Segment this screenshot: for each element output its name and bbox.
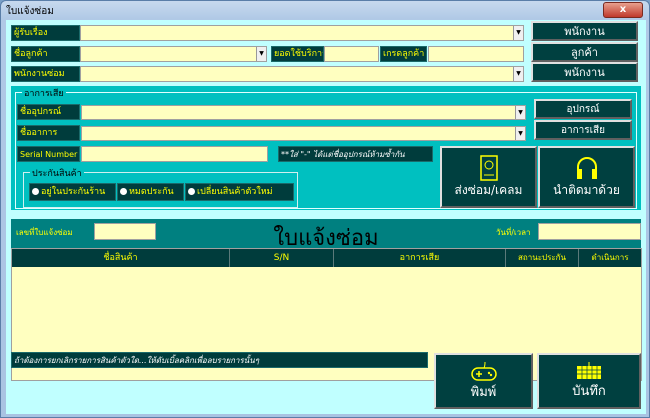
hard-drive-icon — [479, 154, 498, 181]
form-body: ผู้รับเรื่อง ▼ พนักงาน ชื่อลูกค้า ▼ ยอดใ… — [6, 20, 646, 414]
chevron-down-icon[interactable]: ▼ — [515, 106, 525, 119]
radio-label: อยู่ในประกันร้าน — [41, 187, 106, 197]
chevron-down-icon[interactable]: ▼ — [515, 127, 525, 140]
bring-along-label: นำติดมาด้วย — [553, 182, 620, 197]
column-header[interactable]: อาการเสีย — [334, 249, 506, 267]
fault-panel: อาการเสีย ชื่ออุปกรณ์ ▼ ชื่ออาการ ▼ อุปก… — [11, 86, 641, 210]
column-header[interactable]: S/N — [230, 249, 334, 267]
column-header[interactable]: สถานะประกัน — [506, 249, 579, 267]
radio-in-warranty[interactable]: อยู่ในประกันร้าน — [29, 183, 116, 201]
serial-note: **ใส่ "-" ได้แต่ชื่ออุปกรณ์ห้ามซ้ำกัน — [278, 146, 433, 162]
symptom-button[interactable]: อาการเสีย — [534, 120, 632, 140]
serial-label: Serial Number — [17, 146, 80, 162]
send-repair-button[interactable]: ส่งซ่อม/เคลม — [440, 146, 537, 208]
employee-button[interactable]: พนักงาน — [531, 21, 638, 41]
technician-combo[interactable]: ▼ — [80, 66, 524, 82]
save-label: บันทึก — [572, 383, 606, 399]
print-label: พิมพ์ — [470, 384, 497, 400]
customer-button[interactable]: ลูกค้า — [531, 42, 638, 62]
radio-icon[interactable] — [120, 188, 127, 195]
column-header[interactable]: ดำเนินการ — [579, 249, 641, 267]
usage-input[interactable] — [324, 46, 379, 62]
symptom-combo[interactable]: ▼ — [81, 126, 526, 141]
technician-employee-button[interactable]: พนักงาน — [531, 62, 638, 82]
radio-icon[interactable] — [188, 188, 195, 195]
chevron-down-icon[interactable]: ▼ — [513, 67, 523, 81]
delete-hint: ถ้าต้องการยกเลิกรายการสินค้าตัวใด...ให้ด… — [11, 352, 428, 368]
usage-label: ยอดใช้บริการ — [271, 46, 324, 62]
receiver-combo[interactable]: ▼ — [80, 25, 524, 41]
symptom-label: ชื่ออาการ — [17, 125, 80, 141]
table-header: ชื่อสินค้า S/N อาการเสีย สถานะประกัน ดำเ… — [12, 249, 641, 267]
radio-icon[interactable] — [32, 188, 39, 195]
customer-label: ชื่อลูกค้า — [11, 46, 80, 62]
warranty-group-label: ประกันสินค้า — [30, 166, 84, 180]
print-button[interactable]: พิมพ์ — [434, 353, 533, 409]
customer-combo[interactable]: ▼ — [80, 46, 267, 62]
gamepad-icon — [470, 361, 497, 381]
bring-along-button[interactable]: นำติดมาด้วย — [538, 146, 635, 208]
keyboard-icon — [577, 361, 601, 379]
device-button[interactable]: อุปกรณ์ — [534, 99, 632, 119]
chevron-down-icon[interactable]: ▼ — [513, 26, 523, 40]
receiver-label: ผู้รับเรื่อง — [11, 25, 80, 41]
close-button[interactable]: x — [603, 2, 643, 18]
device-label: ชื่ออุปกรณ์ — [17, 104, 80, 120]
radio-out-of-warranty[interactable]: หมดประกัน — [117, 183, 184, 201]
technician-label: พนักงานซ่อม — [11, 66, 80, 82]
date-input[interactable] — [538, 223, 641, 240]
window: ใบแจ้งซ่อม x ผู้รับเรื่อง ▼ พนักงาน ชื่อ… — [0, 0, 650, 418]
header-bar: เลขที่ใบแจ้งซ่อม ใบแจ้งซ่อม วันที่/เวลา — [11, 219, 641, 251]
chevron-down-icon[interactable]: ▼ — [256, 47, 266, 61]
send-repair-label: ส่งซ่อม/เคลม — [454, 182, 523, 197]
grade-label: เกรดลูกค้า — [380, 46, 427, 62]
device-combo[interactable]: ▼ — [81, 105, 526, 120]
fault-group-label: อาการเสีย — [22, 86, 66, 100]
radio-replace-new[interactable]: เปลี่ยนสินค้าตัวใหม่ — [185, 183, 294, 201]
radio-label: เปลี่ยนสินค้าตัวใหม่ — [197, 187, 273, 197]
window-title: ใบแจ้งซ่อม — [6, 6, 54, 17]
column-header[interactable]: ชื่อสินค้า — [12, 249, 230, 267]
save-button[interactable]: บันทึก — [537, 353, 641, 409]
grade-input[interactable] — [428, 46, 524, 62]
serial-input[interactable] — [81, 146, 268, 162]
radio-label: หมดประกัน — [129, 187, 174, 197]
headphones-icon — [576, 156, 597, 179]
date-label: วันที่/เวลา — [496, 228, 531, 237]
